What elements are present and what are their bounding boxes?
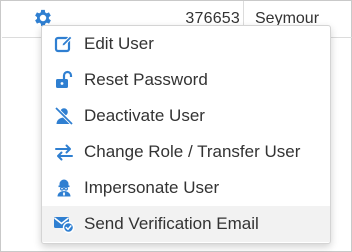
- menu-item-deactivate-user[interactable]: Deactivate User: [42, 98, 330, 134]
- edit-icon: [53, 33, 75, 55]
- user-slash-icon: [53, 105, 75, 127]
- menu-item-send-verification-email[interactable]: Send Verification Email: [42, 206, 330, 242]
- menu-item-impersonate-user[interactable]: Impersonate User: [42, 170, 330, 206]
- menu-item-label: Edit User: [84, 34, 154, 53]
- user-actions-menu: Edit User Reset Password Deactivate User…: [41, 25, 331, 244]
- screenshot-frame: 376653 Seymour Edit User Reset Password: [0, 0, 352, 252]
- menu-item-label: Deactivate User: [84, 106, 205, 125]
- impersonate-icon: [53, 177, 75, 199]
- menu-item-change-role[interactable]: Change Role / Transfer User: [42, 134, 330, 170]
- email-check-icon: [53, 213, 75, 235]
- unlock-icon: [53, 69, 75, 91]
- menu-item-label: Send Verification Email: [84, 214, 259, 233]
- menu-item-label: Reset Password: [84, 70, 208, 89]
- menu-item-reset-password[interactable]: Reset Password: [42, 62, 330, 98]
- menu-item-label: Change Role / Transfer User: [84, 142, 301, 161]
- menu-item-label: Impersonate User: [84, 178, 220, 197]
- transfer-icon: [53, 141, 75, 163]
- menu-item-edit-user[interactable]: Edit User: [42, 26, 330, 62]
